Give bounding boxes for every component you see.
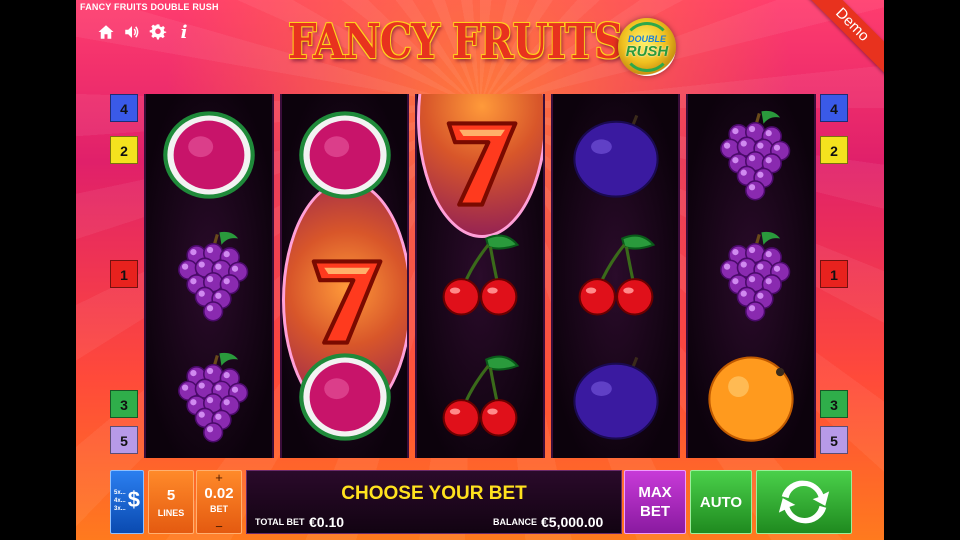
game-title: FANCY FRUITS DOUBLE RUSH [80, 2, 219, 12]
info-icon[interactable]: i [174, 22, 194, 43]
demo-ribbon: Demo [801, 0, 884, 76]
reel [279, 94, 410, 458]
game-stage: FANCY FRUITS DOUBLE RUSH i FANCY FRUITS … [76, 0, 884, 540]
double-rush-badge: DOUBLE RUSH [618, 18, 676, 76]
spin-arrows-icon [778, 480, 830, 524]
balance-label: BALANCE [493, 517, 537, 527]
paytable-multipliers: 5x... 4x... 3x... [114, 490, 126, 512]
payline-indicators-left: 4 2 1 3 5 [110, 94, 140, 458]
payline-tag[interactable]: 4 [110, 94, 138, 122]
cherries-symbol [417, 215, 543, 336]
watermelon-symbol [282, 336, 408, 457]
plum-symbol [553, 336, 679, 457]
lines-label: LINES [157, 508, 185, 518]
payline-tag[interactable]: 2 [110, 136, 138, 164]
lines-value: 5 [166, 487, 176, 504]
bet-decrease-button[interactable]: − [197, 520, 241, 533]
grapes-symbol [688, 94, 814, 215]
total-bet-value: €0.10 [309, 514, 345, 530]
cherries-symbol [553, 215, 679, 336]
plum-symbol [553, 94, 679, 215]
top-icon-bar: i [96, 22, 194, 43]
max-bet-button[interactable]: MAX BET [624, 470, 686, 534]
speaker-icon[interactable] [122, 22, 142, 42]
payline-tag[interactable]: 2 [820, 136, 848, 164]
reel [144, 94, 274, 458]
watermelon-symbol [282, 94, 408, 215]
status-message: CHOOSE YOUR BET [341, 483, 527, 504]
gear-icon[interactable] [148, 22, 168, 42]
grapes-symbol [688, 215, 814, 336]
bet-label: BET [210, 504, 228, 514]
badge-bottom-text: RUSH [625, 43, 669, 60]
reel [550, 94, 681, 458]
grapes-symbol [146, 215, 272, 336]
orange-symbol [688, 336, 814, 457]
game-logo: FANCY FRUITS DOUBLE RUSH [288, 12, 678, 80]
cherries-symbol [417, 336, 543, 457]
payline-tag[interactable]: 1 [110, 260, 138, 288]
watermelon-symbol [146, 94, 272, 215]
grapes-symbol [146, 336, 272, 457]
seven-symbol [417, 102, 543, 223]
payline-tag[interactable]: 4 [820, 94, 848, 122]
payline-indicators-right: 4 2 1 3 5 [820, 94, 850, 458]
reel-grid [144, 94, 816, 458]
reel [686, 94, 816, 458]
total-bet-label: TOTAL BET [255, 517, 305, 527]
max-bet-label-line2: BET [640, 503, 670, 520]
spin-button[interactable] [756, 470, 852, 534]
home-icon[interactable] [96, 22, 116, 42]
logo-text: FANCY FRUITS [288, 14, 623, 70]
payline-tag[interactable]: 5 [820, 426, 848, 454]
payline-tag[interactable]: 5 [110, 426, 138, 454]
message-panel: CHOOSE YOUR BET TOTAL BET €0.10 BALANCE … [246, 470, 622, 534]
bet-button: + 0.02 BET − [196, 470, 242, 534]
reel [415, 94, 545, 458]
payline-tag[interactable]: 3 [820, 390, 848, 418]
payline-tag[interactable]: 1 [820, 260, 848, 288]
payline-tag[interactable]: 3 [110, 390, 138, 418]
control-bar: 5x... 4x... 3x... $ 5 LINES + 0.02 BET −… [110, 468, 852, 538]
bet-increase-button[interactable]: + [197, 471, 241, 484]
lines-button[interactable]: 5 LINES [148, 470, 194, 534]
paytable-button[interactable]: 5x... 4x... 3x... $ [110, 470, 144, 534]
dollar-icon: $ [127, 487, 140, 512]
max-bet-label-line1: MAX [638, 484, 672, 501]
bet-value: 0.02 [204, 485, 234, 502]
autoplay-button[interactable]: AUTO [690, 470, 752, 534]
balance-value: €5,000.00 [541, 514, 604, 530]
